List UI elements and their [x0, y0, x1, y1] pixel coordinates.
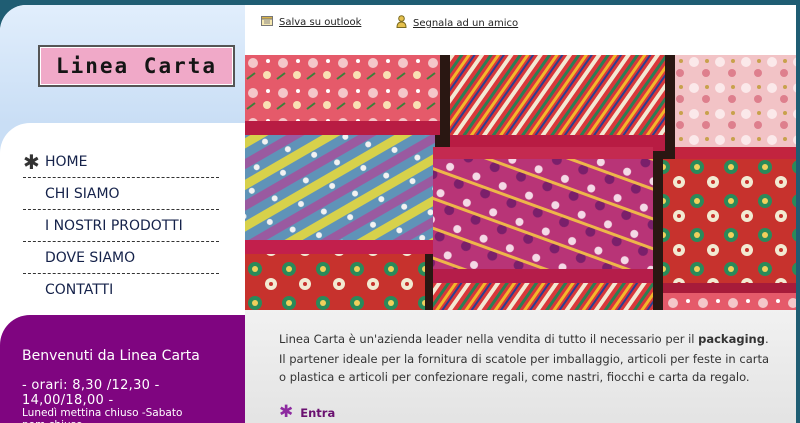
calendar-icon [261, 15, 273, 29]
save-outlook-link[interactable]: Salva su outlook [261, 15, 361, 29]
asterisk-icon: ✱ [279, 402, 294, 422]
hero-image [245, 55, 796, 310]
enter-link[interactable]: ✱ Entra [279, 404, 335, 421]
intro-text: Linea Carta è un'azienda leader nella ve… [279, 330, 779, 348]
intro-text-end: . [764, 332, 769, 346]
nav-item-label: HOME [45, 154, 88, 170]
logo-text: Linea Carta [40, 47, 233, 85]
save-outlook-label: Salva su outlook [279, 16, 362, 28]
page-frame: Linea Carta ✱ HOME CHI SIAMO I NOSTRI PR… [0, 5, 796, 423]
decorated-boxes-image [245, 55, 796, 310]
nav-item-contatti[interactable]: CONTATTI [23, 275, 219, 305]
nav-item-label: DOVE SIAMO [45, 250, 136, 266]
page-border [796, 0, 800, 423]
nav-item-prodotti[interactable]: I NOSTRI PRODOTTI [23, 211, 219, 242]
tell-a-friend-label: Segnala ad un amico [413, 17, 519, 29]
nav-item-chi-siamo[interactable]: CHI SIAMO [23, 179, 219, 210]
nav-item-home[interactable]: ✱ HOME [23, 147, 219, 178]
tell-a-friend-link[interactable]: Segnala ad un amico [396, 15, 518, 31]
nav-item-label: CONTATTI [45, 282, 114, 298]
welcome-box: Benvenuti da Linea Carta - orari: 8,30 /… [0, 315, 245, 423]
intro-bold-word: packaging [698, 332, 765, 346]
logo[interactable]: Linea Carta [38, 45, 235, 87]
top-bar: Salva su outlook Segnala ad un amico [245, 5, 796, 55]
nav-item-label: CHI SIAMO [45, 186, 120, 202]
nav-item-label: I NOSTRI PRODOTTI [45, 218, 183, 234]
asterisk-icon: ✱ [23, 150, 40, 174]
welcome-title: Benvenuti da Linea Carta [22, 348, 200, 364]
left-header-panel: Linea Carta [0, 5, 245, 123]
person-icon [396, 15, 407, 31]
opening-hours: - orari: 8,30 /12,30 - 14,00/18,00 - [22, 378, 160, 408]
intro-description: Il partener ideale per la fornitura di s… [279, 352, 770, 384]
intro-content: Linea Carta è un'azienda leader nella ve… [245, 310, 796, 423]
intro-text-part: Linea Carta è un'azienda leader nella ve… [279, 332, 699, 346]
closing-days: Lunedì mettina chiuso -Sabato pom.chiuso [22, 407, 183, 423]
nav-item-dove-siamo[interactable]: DOVE SIAMO [23, 243, 219, 274]
nav-menu: ✱ HOME CHI SIAMO I NOSTRI PRODOTTI DOVE … [23, 147, 219, 306]
enter-label: Entra [300, 405, 336, 420]
